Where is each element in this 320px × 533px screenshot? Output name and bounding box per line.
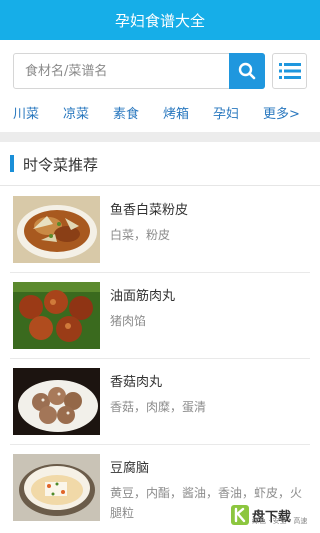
category-more[interactable]: 更多> — [263, 103, 300, 122]
category-vegetarian[interactable]: 素食 — [113, 103, 139, 122]
divider — [0, 132, 320, 142]
search-bar — [0, 40, 320, 100]
category-nav: 川菜 凉菜 素食 烤箱 孕妇 更多> — [0, 100, 320, 128]
recipe-ingredients: 香菇，肉糜，蛋清 — [110, 400, 207, 414]
search-input[interactable] — [14, 54, 228, 88]
search-button[interactable] — [229, 53, 265, 89]
page-title: 孕妇食谱大全 — [114, 11, 205, 30]
category-oven[interactable]: 烤箱 — [163, 103, 189, 122]
recipe-ingredients: 猪肉馅 — [110, 314, 147, 328]
section-header: 时令菜推荐 — [0, 142, 320, 186]
menu-button[interactable] — [272, 53, 307, 89]
section-title: 时令菜推荐 — [23, 156, 99, 174]
recipe-title: 鱼香白菜粉皮 — [110, 203, 189, 218]
recipe-image — [13, 282, 100, 349]
search-box — [13, 53, 265, 89]
category-pregnant[interactable]: 孕妇 — [213, 103, 239, 122]
recipe-image — [13, 454, 100, 521]
recipe-title: 香菇肉丸 — [110, 375, 163, 390]
recipe-image — [13, 196, 100, 263]
search-icon — [238, 62, 256, 80]
recipe-image — [13, 368, 100, 435]
app-header: 孕妇食谱大全 — [0, 0, 320, 40]
recipe-ingredients: 白菜，粉皮 — [110, 228, 171, 242]
watermark-tagline: 绿色 · 安全 · 高速 — [252, 517, 308, 525]
recipe-item[interactable]: 油面筋肉丸 猪肉馅 — [0, 273, 320, 359]
recipe-item[interactable]: 鱼香白菜粉皮 白菜，粉皮 — [0, 187, 320, 273]
recipe-title: 豆腐脑 — [110, 461, 150, 476]
category-sichuan[interactable]: 川菜 — [13, 103, 39, 122]
recipe-title: 油面筋肉丸 — [110, 289, 176, 304]
brand-logo-icon — [231, 505, 249, 525]
section-accent-bar — [10, 155, 14, 172]
list-icon — [278, 63, 301, 79]
watermark-logo: 盘下载 绿色 · 安全 · 高速 — [228, 500, 318, 530]
category-cold-dishes[interactable]: 凉菜 — [63, 103, 89, 122]
recipe-item[interactable]: 香菇肉丸 香菇，肉糜，蛋清 — [0, 359, 320, 445]
